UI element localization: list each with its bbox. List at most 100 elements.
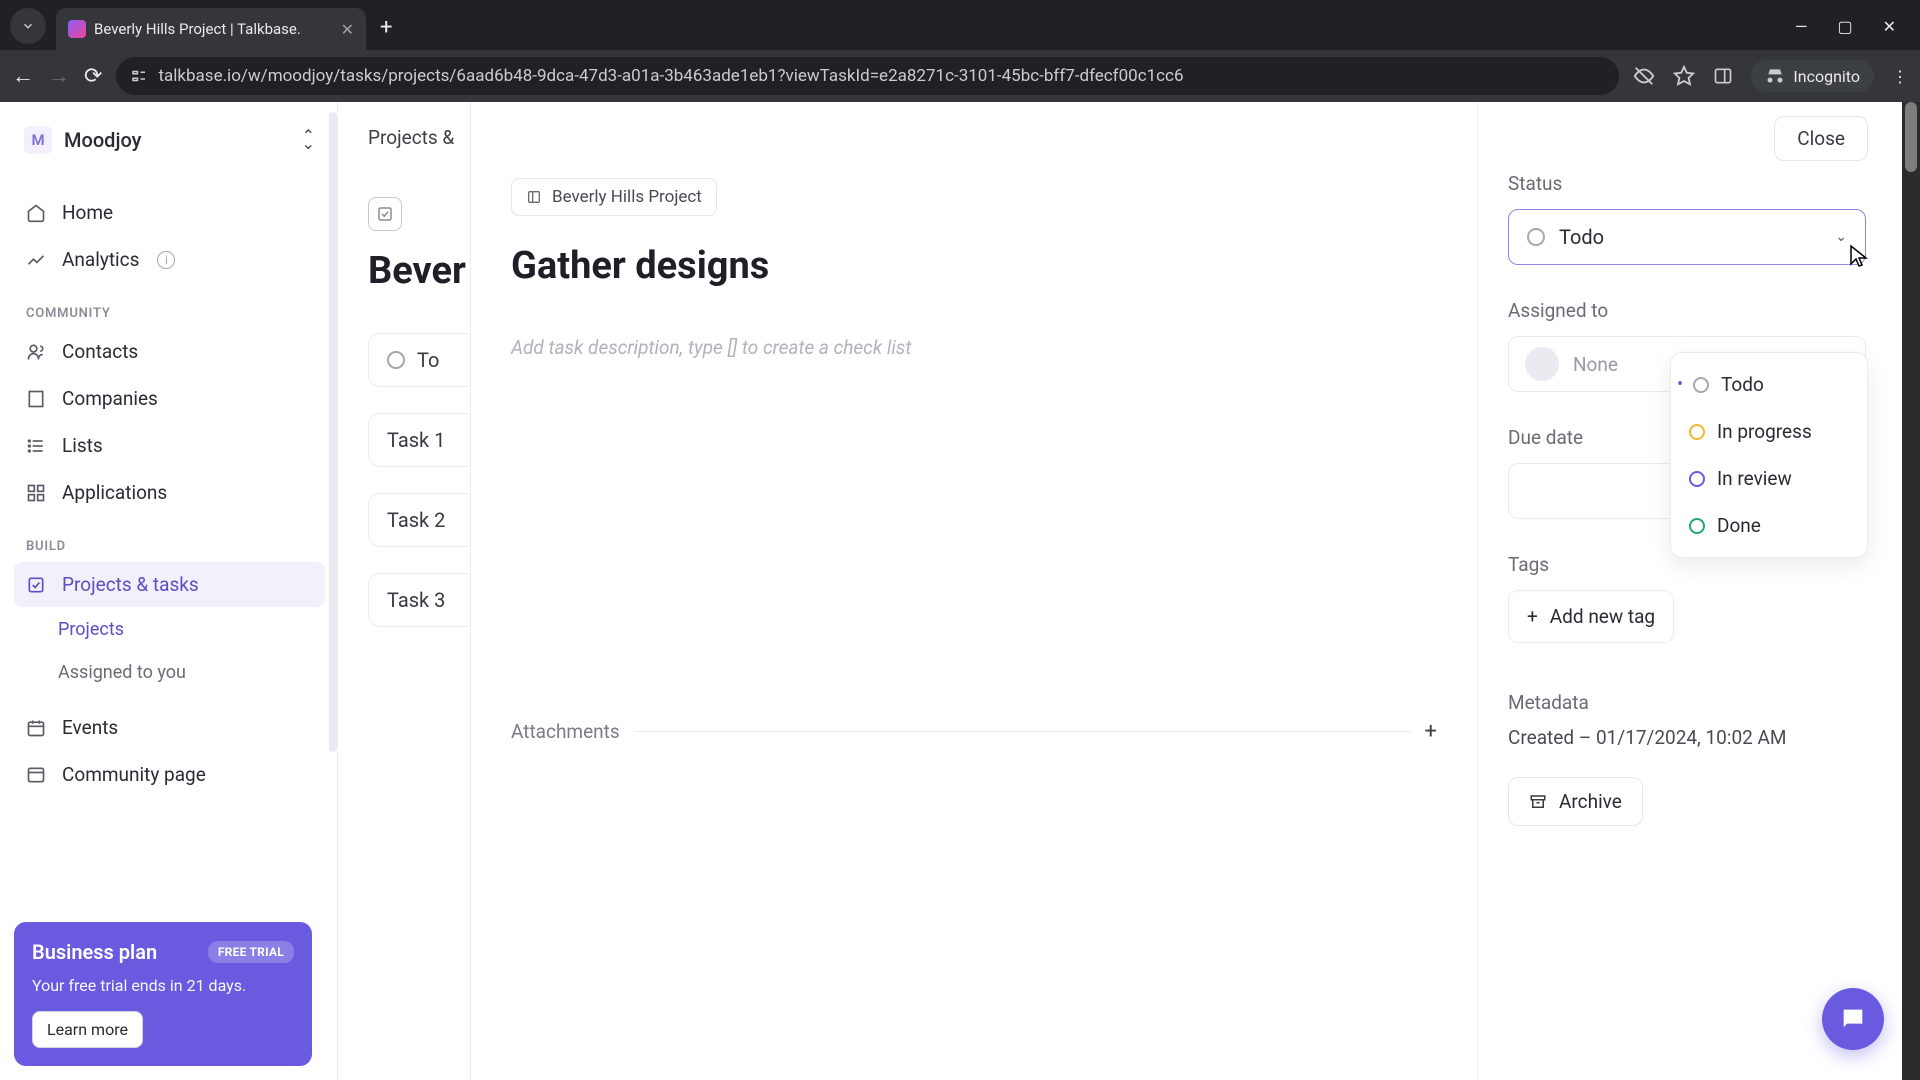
back-button[interactable]: ←	[12, 63, 34, 89]
tab-search-button[interactable]	[10, 8, 46, 44]
tab-close-icon[interactable]: ✕	[341, 20, 354, 39]
status-dropdown: Todo In progress In review Done	[1670, 352, 1868, 558]
sidebar-item-home[interactable]: Home	[14, 190, 325, 235]
status-todo-icon	[1693, 377, 1709, 393]
sidebar-item-contacts[interactable]: Contacts	[14, 329, 325, 374]
sidebar-item-applications[interactable]: Applications	[14, 470, 325, 515]
reload-button[interactable]: ⟳	[84, 64, 102, 89]
browser-menu-icon[interactable]: ⋮	[1892, 67, 1908, 86]
analytics-icon	[26, 250, 46, 270]
bookmark-icon[interactable]	[1673, 65, 1695, 87]
page-scrollbar-track[interactable]	[1902, 102, 1920, 1080]
add-attachment-button[interactable]: +	[1425, 719, 1437, 744]
task-row[interactable]: Task 1	[368, 413, 478, 467]
sidebar-sub-assigned[interactable]: Assigned to you	[58, 656, 325, 689]
section-label-build: BUILD	[14, 517, 325, 560]
maximize-icon[interactable]: ▢	[1837, 17, 1852, 36]
promo-learn-more-button[interactable]: Learn more	[32, 1011, 143, 1048]
close-window-icon[interactable]: ✕	[1883, 17, 1896, 36]
new-tab-button[interactable]: +	[366, 15, 406, 40]
workspace-avatar: M	[24, 126, 52, 154]
task-row[interactable]: Task 2	[368, 493, 478, 547]
status-option-in-review[interactable]: In review	[1679, 455, 1859, 502]
minimize-icon[interactable]: —	[1795, 17, 1808, 36]
browser-tab-strip: Beverly Hills Project | Talkbase. ✕ + — …	[0, 0, 1920, 50]
avatar-placeholder-icon	[1525, 347, 1559, 381]
incognito-icon	[1765, 66, 1785, 86]
sidebar-item-analytics[interactable]: Analytics i	[14, 237, 325, 282]
page-icon	[368, 197, 402, 231]
events-icon	[26, 718, 46, 738]
promo-subtitle: Your free trial ends in 21 days.	[32, 976, 294, 995]
sidebar-item-label: Community page	[62, 763, 206, 786]
sidebar-item-label: Projects & tasks	[62, 573, 199, 596]
site-settings-icon[interactable]	[130, 67, 148, 85]
status-option-done[interactable]: Done	[1679, 502, 1859, 549]
workspace-switcher[interactable]: M Moodjoy ⌃⌄	[14, 118, 325, 162]
lists-icon	[26, 436, 46, 456]
tab-favicon-icon	[68, 20, 86, 38]
add-tag-button[interactable]: + Add new tag	[1508, 590, 1674, 643]
sidebar: M Moodjoy ⌃⌄ Home Analytics i COMMUNITY …	[0, 102, 338, 1080]
description-input[interactable]: Add task description, type [] to create …	[511, 336, 1437, 359]
sidebar-sub-projects[interactable]: Projects	[58, 613, 325, 646]
sidebar-item-projects-tasks[interactable]: Projects & tasks	[14, 562, 325, 607]
status-column-label: To	[417, 348, 439, 372]
chat-icon	[1839, 1005, 1867, 1033]
sidebar-item-label: Companies	[62, 387, 158, 410]
contacts-icon	[26, 342, 46, 362]
sidebar-item-label: Analytics	[62, 248, 139, 271]
close-button[interactable]: Close	[1774, 116, 1868, 161]
tab-title: Beverly Hills Project | Talkbase.	[94, 20, 333, 38]
metadata-label: Metadata	[1508, 691, 1866, 714]
sidebar-item-events[interactable]: Events	[14, 705, 325, 750]
status-option-in-progress[interactable]: In progress	[1679, 408, 1859, 455]
info-icon[interactable]: i	[157, 251, 175, 269]
tasks-icon	[26, 575, 46, 595]
status-circle-icon	[387, 351, 405, 369]
status-option-todo[interactable]: Todo	[1679, 361, 1859, 408]
status-in-progress-icon	[1689, 424, 1705, 440]
url-text: talkbase.io/w/moodjoy/tasks/projects/6aa…	[158, 66, 1183, 86]
metadata-created: Created – 01/17/2024, 10:02 AM	[1508, 726, 1866, 749]
sidebar-item-community-page[interactable]: Community page	[14, 752, 325, 797]
browser-tab[interactable]: Beverly Hills Project | Talkbase. ✕	[56, 8, 366, 50]
incognito-badge[interactable]: Incognito	[1751, 60, 1874, 92]
archive-button[interactable]: Archive	[1508, 777, 1643, 826]
chevron-down-icon: ⌄	[1835, 229, 1847, 245]
assigned-value: None	[1573, 353, 1618, 376]
tracking-off-icon[interactable]	[1633, 65, 1655, 87]
window-controls: — ▢ ✕	[1795, 17, 1920, 36]
status-column-header[interactable]: To	[368, 333, 478, 387]
sidebar-item-lists[interactable]: Lists	[14, 423, 325, 468]
status-value: Todo	[1559, 225, 1604, 249]
sidebar-item-label: Applications	[62, 481, 167, 504]
chevron-updown-icon: ⌃⌄	[302, 132, 315, 148]
url-bar[interactable]: talkbase.io/w/moodjoy/tasks/projects/6aa…	[116, 57, 1619, 95]
sidebar-scrollbar[interactable]	[329, 112, 337, 752]
page-scrollbar-thumb[interactable]	[1905, 102, 1917, 172]
promo-title: Business plan	[32, 940, 157, 964]
status-select[interactable]: Todo ⌄	[1508, 209, 1866, 265]
sidebar-item-companies[interactable]: Companies	[14, 376, 325, 421]
status-done-icon	[1689, 518, 1705, 534]
forward-button[interactable]: →	[48, 63, 70, 89]
side-panel-icon[interactable]	[1713, 66, 1733, 86]
divider	[634, 731, 1411, 732]
status-option-label: In review	[1717, 467, 1792, 490]
status-option-label: Done	[1717, 514, 1761, 537]
home-icon	[26, 203, 46, 223]
status-option-label: In progress	[1717, 420, 1812, 443]
task-title[interactable]: Gather designs	[511, 244, 1437, 288]
incognito-label: Incognito	[1793, 67, 1860, 86]
task-row[interactable]: Task 3	[368, 573, 478, 627]
status-label: Status	[1508, 172, 1866, 195]
project-chip[interactable]: Beverly Hills Project	[511, 178, 717, 216]
status-circle-icon	[1527, 228, 1545, 246]
sidebar-item-label: Lists	[62, 434, 103, 457]
status-in-review-icon	[1689, 471, 1705, 487]
chat-fab[interactable]	[1822, 988, 1884, 1050]
task-detail-panel: Close Beverly Hills Project Gather desig…	[470, 102, 1896, 1080]
project-icon	[526, 189, 542, 205]
attachments-label: Attachments	[511, 720, 620, 743]
